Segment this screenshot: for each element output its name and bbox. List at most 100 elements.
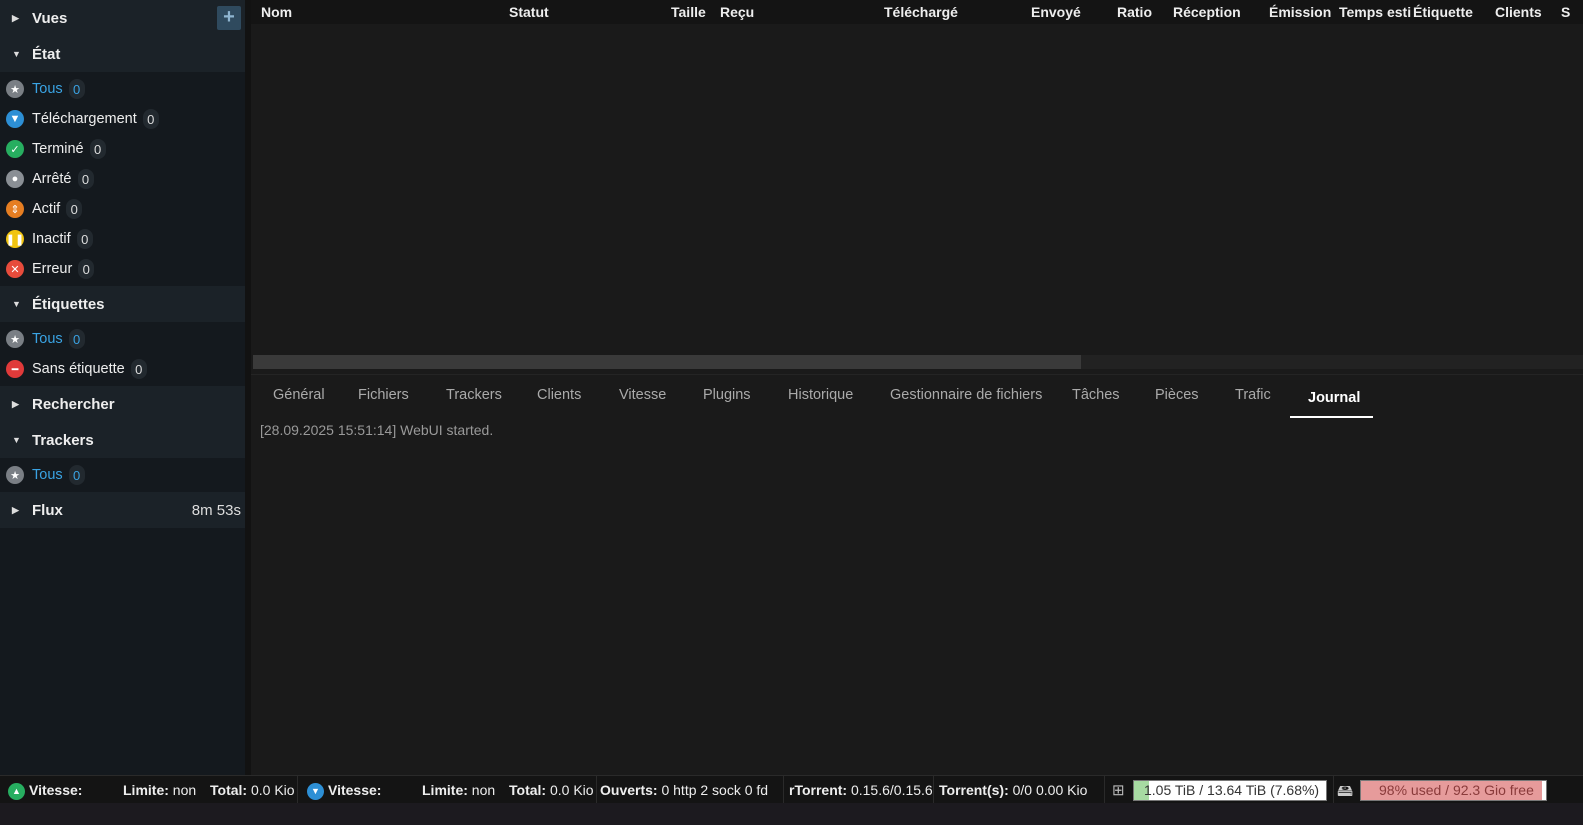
torrent-count: Torrent(s): 0/0 0.00 Kio: [939, 782, 1087, 798]
tab-clients[interactable]: Clients: [537, 387, 581, 403]
section-state[interactable]: ▼ État: [0, 36, 245, 72]
count-badge: 0: [89, 139, 106, 159]
star-icon: ★: [6, 80, 24, 98]
section-feeds[interactable]: ▶ Flux 8m 53s: [0, 492, 245, 528]
col-header-received[interactable]: Reçu: [720, 4, 754, 20]
caret-right-icon: ▶: [12, 12, 19, 23]
section-search-label: Rechercher: [32, 395, 115, 413]
state-item-downloading[interactable]: ▼ Téléchargement 0: [0, 104, 245, 134]
network-icon: ⊞: [1112, 782, 1125, 799]
label-item-label: Sans étiquette: [32, 361, 125, 377]
updown-icon: ⇕: [6, 200, 24, 218]
disk-usage-text: 1.05 TiB / 13.64 TiB (7.68%): [1144, 782, 1320, 798]
state-list: ★ Tous 0 ▼ Téléchargement 0 ✓ Terminé 0 …: [0, 72, 245, 286]
state-item-error[interactable]: ✕ Erreur 0: [0, 254, 245, 284]
status-bar: ▲ Vitesse: Limite: non Total: 0.0 Kio ▼ Vi…: [0, 775, 1583, 804]
tab-general[interactable]: Général: [273, 387, 325, 403]
label-item-all[interactable]: ★ Tous 0: [0, 324, 245, 354]
check-icon: ✓: [6, 140, 24, 158]
col-header-size[interactable]: Taille: [671, 4, 706, 20]
no-label-icon: ━: [6, 360, 24, 378]
section-state-label: État: [32, 45, 61, 63]
download-speed-label: Vitesse:: [328, 782, 382, 798]
caret-right-icon: ▶: [12, 398, 19, 409]
sidebar: ▶ Vues + ▼ État ★ Tous 0 ▼ Téléchargemen…: [0, 0, 245, 775]
section-views[interactable]: ▶ Vues +: [0, 0, 245, 36]
tab-tasks[interactable]: Tâches: [1072, 387, 1120, 403]
section-trackers[interactable]: ▼ Trackers: [0, 422, 245, 458]
divider: [297, 776, 298, 804]
count-badge: 0: [68, 329, 85, 349]
scrollbar-thumb[interactable]: [253, 355, 1081, 369]
upload-total-label: Total:: [210, 782, 248, 798]
caret-right-icon: ▶: [12, 504, 19, 515]
tab-history[interactable]: Historique: [788, 387, 853, 403]
horizontal-scrollbar[interactable]: [253, 355, 1583, 369]
count-badge: 0: [68, 79, 85, 99]
tracker-item-all[interactable]: ★ Tous 0: [0, 460, 245, 490]
download-limit-value: non: [471, 782, 496, 798]
tab-file-manager[interactable]: Gestionnaire de fichiers: [890, 387, 1042, 403]
tab-trackers[interactable]: Trackers: [446, 387, 502, 403]
rtorrent-version: rTorrent: 0.15.6/0.15.6: [789, 782, 933, 798]
feeds-timer: 8m 53s: [191, 501, 241, 519]
download-speed[interactable]: ▼ Vitesse:: [307, 782, 381, 800]
caret-down-icon: ▼: [12, 49, 21, 59]
tab-pieces[interactable]: Pièces: [1155, 387, 1199, 403]
state-item-label: Arrêté: [32, 171, 72, 187]
state-item-all[interactable]: ★ Tous 0: [0, 74, 245, 104]
section-search[interactable]: ▶ Rechercher: [0, 386, 245, 422]
tab-files[interactable]: Fichiers: [358, 387, 409, 403]
col-header-label[interactable]: Étiquette: [1413, 4, 1473, 20]
col-header-ratio[interactable]: Ratio: [1117, 4, 1152, 20]
torrents-label: Torrent(s):: [939, 782, 1009, 798]
state-item-stopped[interactable]: ● Arrêté 0: [0, 164, 245, 194]
error-icon: ✕: [6, 260, 24, 278]
count-badge: 0: [130, 359, 147, 379]
col-header-eta[interactable]: Temps esti: [1339, 4, 1411, 20]
col-header-up-speed[interactable]: Émission: [1269, 4, 1331, 20]
state-item-completed[interactable]: ✓ Terminé 0: [0, 134, 245, 164]
upload-arrow-icon: ▲: [8, 782, 25, 800]
col-header-downloaded[interactable]: Téléchargé: [884, 4, 958, 20]
col-header-name[interactable]: Nom: [261, 4, 292, 20]
tracker-item-label: Tous: [32, 467, 63, 483]
tab-traffic[interactable]: Trafic: [1235, 387, 1271, 403]
disk-space-text: 98% used / 92.3 Gio free: [1379, 782, 1534, 798]
section-labels[interactable]: ▼ Étiquettes: [0, 286, 245, 322]
download-total: Total: 0.0 Kio: [509, 782, 594, 798]
torrents-value: 0/0 0.00 Kio: [1012, 782, 1088, 798]
state-item-label: Inactif: [32, 231, 71, 247]
details-tabs: Général Fichiers Trackers Clients Vitess…: [251, 374, 1583, 418]
tab-speed[interactable]: Vitesse: [619, 387, 666, 403]
caret-down-icon: ▼: [12, 435, 21, 445]
section-labels-label: Étiquettes: [32, 295, 105, 313]
tab-journal[interactable]: Journal: [1308, 390, 1360, 406]
col-header-seeds[interactable]: S: [1561, 4, 1570, 20]
add-view-button[interactable]: +: [217, 6, 241, 30]
col-header-peers[interactable]: Clients: [1495, 4, 1542, 20]
col-header-down-speed[interactable]: Réception: [1173, 4, 1241, 20]
download-limit-label: Limite:: [422, 782, 468, 798]
upload-speed[interactable]: ▲ Vitesse:: [8, 782, 82, 800]
torrent-list[interactable]: [251, 24, 1583, 354]
state-item-active[interactable]: ⇕ Actif 0: [0, 194, 245, 224]
state-item-inactive[interactable]: ❚❚ Inactif 0: [0, 224, 245, 254]
section-trackers-label: Trackers: [32, 431, 94, 449]
star-icon: ★: [6, 466, 24, 484]
tab-plugins[interactable]: Plugins: [703, 387, 751, 403]
col-header-status[interactable]: Statut: [509, 4, 549, 20]
disk-space-bar: 98% used / 92.3 Gio free: [1360, 780, 1547, 801]
labels-list: ★ Tous 0 ━ Sans étiquette 0: [0, 322, 245, 386]
col-header-uploaded[interactable]: Envoyé: [1031, 4, 1081, 20]
download-icon: ▼: [6, 110, 24, 128]
count-badge: 0: [78, 259, 95, 279]
download-total-label: Total:: [509, 782, 547, 798]
section-views-label: Vues: [32, 9, 68, 27]
section-feeds-label: Flux: [32, 501, 63, 519]
upload-limit[interactable]: Limite: non: [123, 782, 196, 798]
label-item-unlabeled[interactable]: ━ Sans étiquette 0: [0, 354, 245, 384]
download-limit[interactable]: Limite: non: [422, 782, 495, 798]
divider: [783, 776, 784, 804]
count-badge: 0: [66, 199, 83, 219]
